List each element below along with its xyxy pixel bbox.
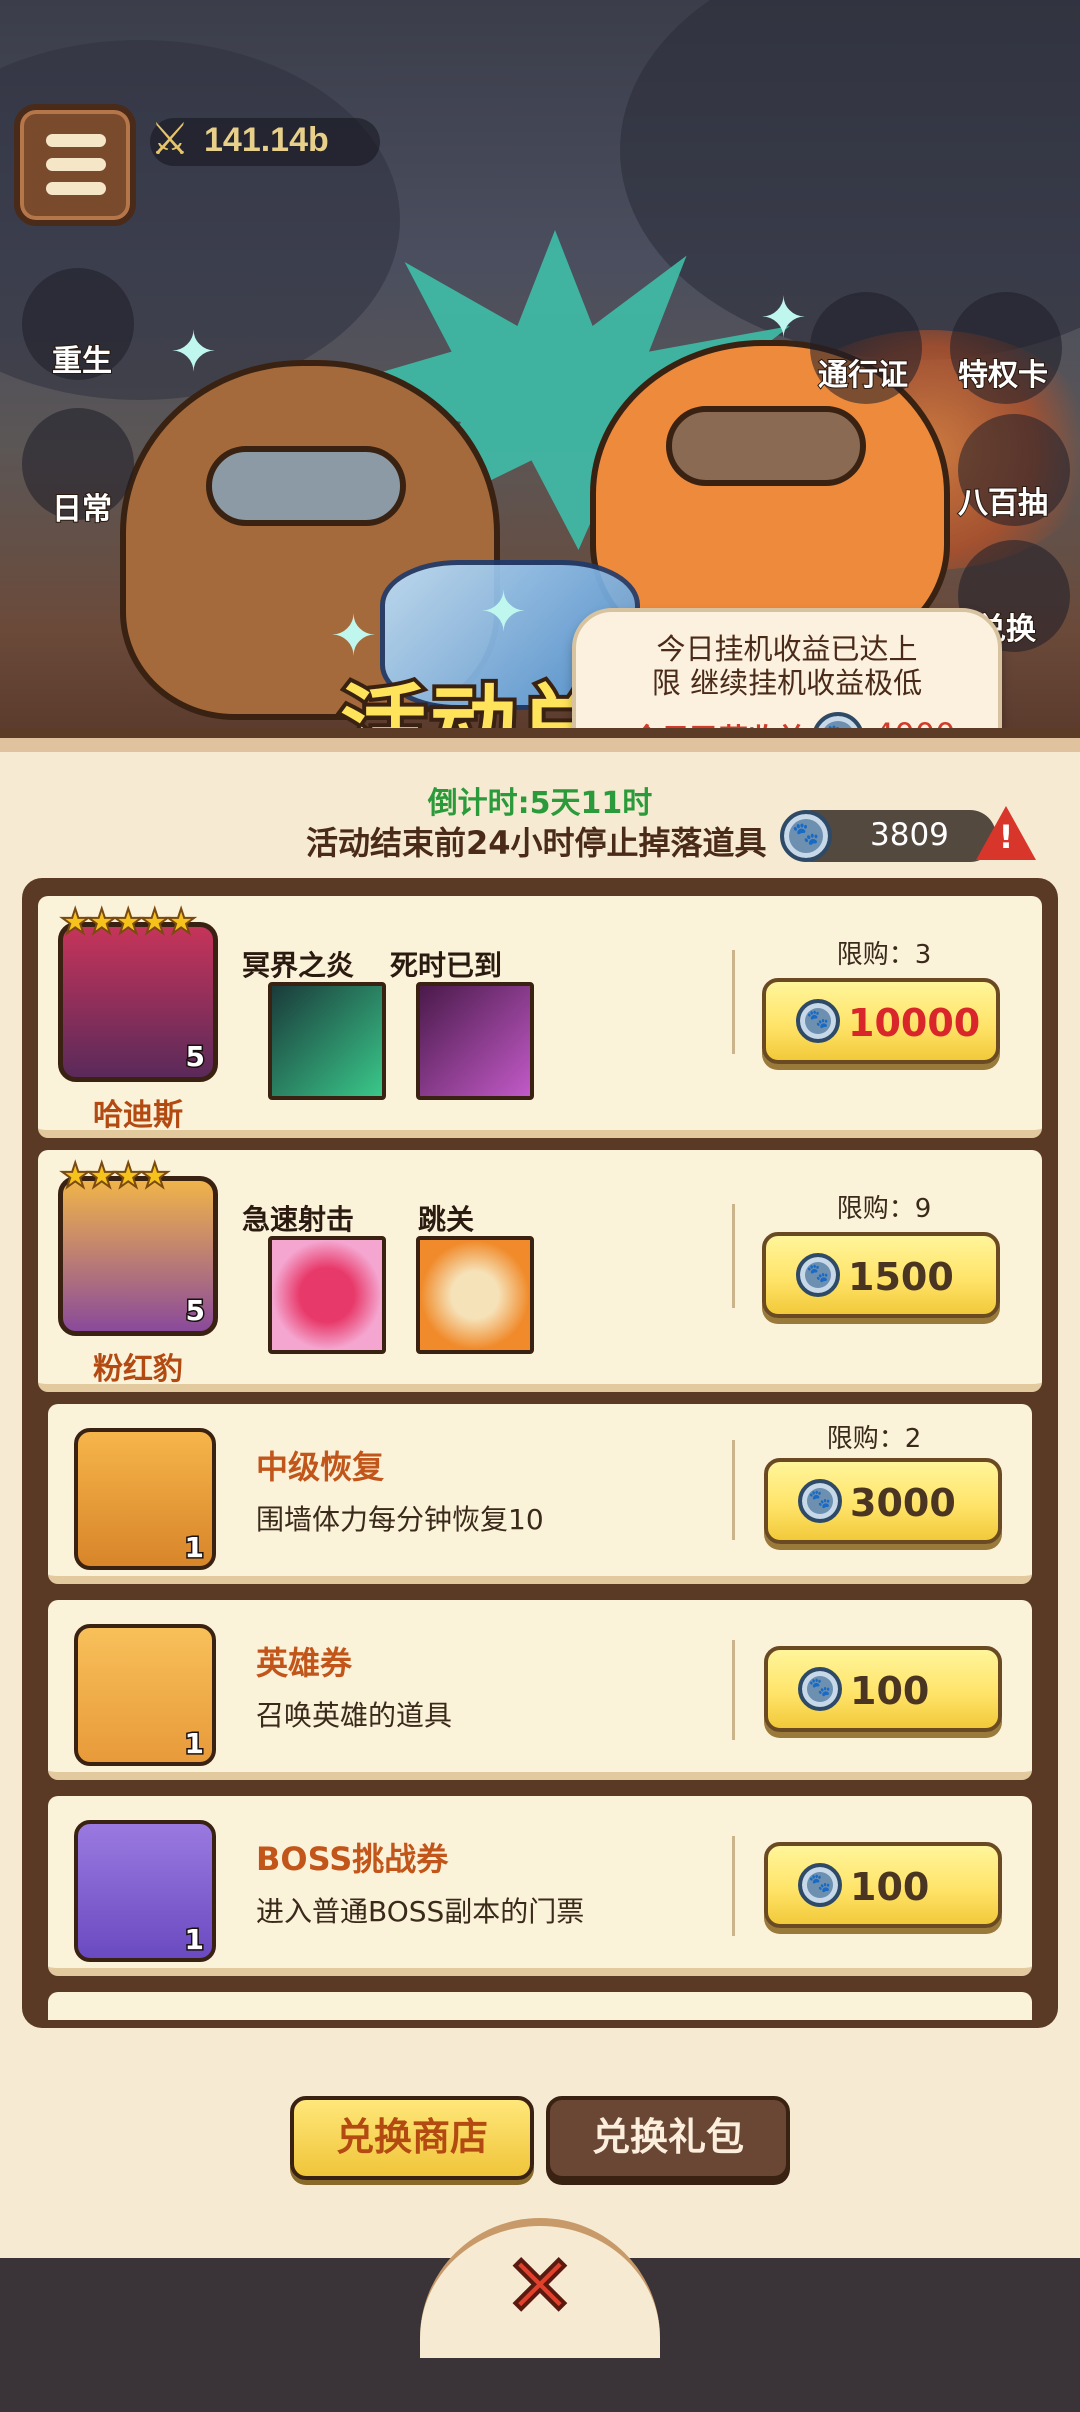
daily-label: 日常 [51, 491, 113, 528]
tooltip-line-1: 今日挂机收益已达上 [656, 632, 918, 666]
item-name: 英雄券 [256, 1644, 353, 1682]
hero-name: 粉红豹 [93, 1352, 183, 1387]
paw-coin-icon: 🐾 [798, 1479, 842, 1523]
divider [732, 950, 735, 1054]
boss-ticket-icon: 1 [74, 1820, 216, 1962]
crossed-swords-icon: ⚔ [150, 114, 190, 165]
hero-portrait-hades: 5 [58, 922, 218, 1082]
skill-icon[interactable] [268, 1236, 386, 1354]
pass-label: 通行证 [817, 357, 909, 394]
tooltip-message: 今日挂机收益已达上 限 继续挂机收益极低 [576, 632, 998, 700]
skill-icon[interactable] [268, 982, 386, 1100]
divider [732, 1440, 735, 1540]
skill-name: 急速射击 [241, 1203, 354, 1236]
price-value: 100 [850, 1865, 930, 1909]
privilege-card-label: 特权卡 [957, 357, 1049, 394]
menu-button[interactable] [14, 104, 136, 226]
skill-name: 冥界之炎 [241, 949, 354, 982]
item-description: 进入普通BOSS副本的门票 [256, 1895, 585, 1928]
close-x-icon[interactable]: ✕ [498, 2242, 582, 2330]
item-name: BOSS挑战券 [256, 1840, 449, 1878]
shop-list[interactable]: 5 ★★★★★ 哈迪斯 冥界之炎 死时已到 限购：3 🐾 10000 5 ★★★… [38, 896, 1042, 2020]
purchase-limit: 限购：3 [836, 940, 932, 970]
buy-button[interactable]: 🐾 100 [764, 1842, 1002, 1928]
tab-exchange-gift[interactable]: 兑换礼包 [546, 2096, 790, 2180]
skill-icon[interactable] [416, 1236, 534, 1354]
price-value: 100 [850, 1669, 930, 1713]
buy-button[interactable]: 🐾 1500 [762, 1232, 1000, 1318]
buy-button[interactable]: 🐾 10000 [762, 978, 1000, 1064]
price-value: 3000 [850, 1481, 956, 1525]
buy-button[interactable]: 🐾 3000 [764, 1458, 1002, 1544]
buy-button[interactable]: 🐾 100 [764, 1646, 1002, 1732]
divider [732, 1204, 735, 1308]
shop-item-card-partial [48, 1992, 1032, 2020]
price-value: 10000 [848, 1001, 981, 1045]
sparkle-icon: ✦ [760, 286, 807, 351]
rebirth-label: 重生 [51, 343, 113, 380]
item-name: 中级恢复 [256, 1448, 385, 1486]
recovery-item-icon: 1 [74, 1428, 216, 1570]
warning-triangle-icon[interactable]: ! [976, 806, 1036, 864]
skill-name: 死时已到 [389, 949, 502, 982]
exchange-panel: 倒计时:5天11时 活动结束前24小时停止掉落道具 🐾 3809 ! 5 ★★★… [0, 728, 1080, 2268]
sparkle-icon: ✦ [170, 320, 217, 385]
shop-item-card: 1 BOSS挑战券 进入普通BOSS副本的门票 🐾 100 [48, 1796, 1032, 1976]
paw-coin-icon: 🐾 [780, 810, 832, 862]
price-value: 1500 [848, 1255, 954, 1299]
paw-coin-icon: 🐾 [798, 1667, 842, 1711]
currency-balance-value: 3809 [870, 817, 949, 853]
tooltip-line-2: 限 继续挂机收益极低 [651, 666, 923, 700]
star-rating: ★★★★★ [59, 901, 197, 943]
paw-coin-icon: 🐾 [798, 1863, 842, 1907]
item-description: 召唤英雄的道具 [256, 1699, 453, 1732]
item-description: 围墙体力每分钟恢复10 [256, 1503, 544, 1536]
menu-icon [46, 134, 106, 147]
divider [732, 1640, 735, 1740]
star-rating: ★★★★ [59, 1155, 171, 1197]
drop-stop-notice: 活动结束前24小时停止掉落道具 [306, 824, 767, 862]
skill-icon[interactable] [416, 982, 534, 1100]
tab-exchange-shop[interactable]: 兑换商店 [290, 2096, 534, 2180]
hero-portrait-pink-panther: 5 [58, 1176, 218, 1336]
shop-item-card: 1 中级恢复 围墙体力每分钟恢复10 限购：2 🐾 3000 [48, 1404, 1032, 1584]
power-value: 141.14b [204, 121, 329, 159]
divider [732, 1836, 735, 1936]
shop-hero-card: 5 ★★★★★ 哈迪斯 冥界之炎 死时已到 限购：3 🐾 10000 [38, 896, 1042, 1138]
hundred-draw-label: 八百抽 [957, 485, 1049, 522]
paw-coin-icon: 🐾 [796, 1253, 840, 1297]
skill-name: 跳关 [417, 1203, 474, 1236]
hero-ticket-icon: 1 [74, 1624, 216, 1766]
paw-coin-icon: 🐾 [796, 999, 840, 1043]
shop-hero-card: 5 ★★★★ 粉红豹 急速射击 跳关 限购：9 🐾 1500 [38, 1150, 1042, 1392]
hero-name: 哈迪斯 [93, 1098, 183, 1133]
sparkle-icon: ✦ [480, 580, 527, 645]
purchase-limit: 限购：2 [826, 1424, 922, 1454]
purchase-limit: 限购：9 [836, 1194, 932, 1224]
shop-item-card: 1 英雄券 召唤英雄的道具 🐾 100 [48, 1600, 1032, 1780]
